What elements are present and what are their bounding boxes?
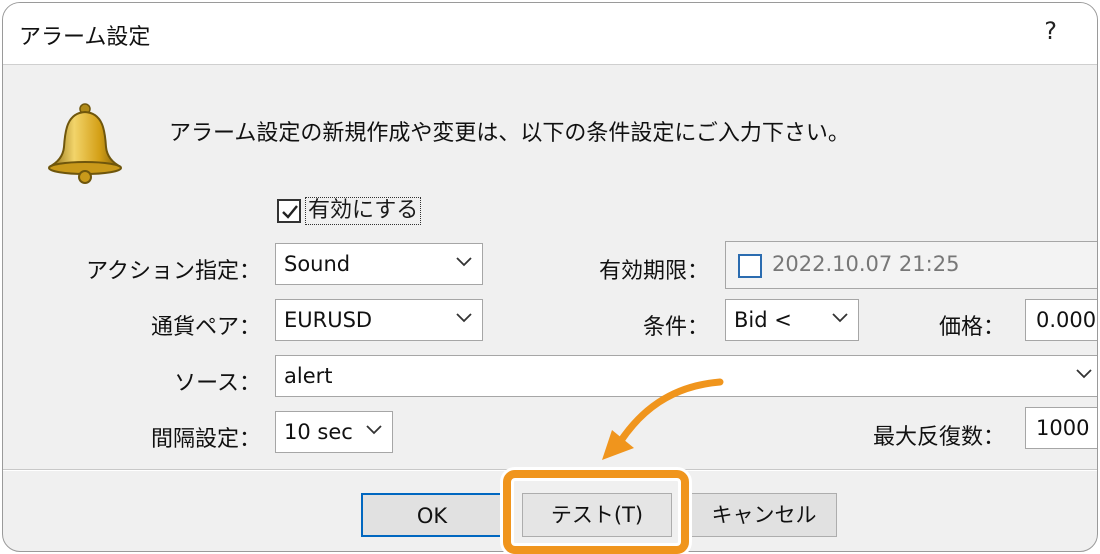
symbol-label: 通貨ペア： bbox=[150, 315, 261, 340]
chevron-down-icon bbox=[832, 313, 848, 323]
dialog-title: アラーム設定 bbox=[19, 25, 151, 50]
cancel-button[interactable]: キャンセル bbox=[691, 493, 837, 537]
chevron-down-icon bbox=[456, 257, 472, 267]
symbol-value: EURUSD bbox=[284, 308, 373, 332]
enable-checkbox[interactable] bbox=[277, 199, 301, 223]
expiry-checkbox[interactable] bbox=[738, 254, 762, 278]
condition-label: 条件： bbox=[642, 315, 709, 340]
source-label: ソース： bbox=[174, 371, 261, 396]
help-button[interactable]: ? bbox=[1044, 17, 1057, 45]
condition-select[interactable]: Bid < bbox=[725, 299, 859, 341]
title-bar: アラーム設定 ? bbox=[3, 3, 1097, 65]
bell-icon bbox=[48, 103, 122, 184]
source-value: alert bbox=[284, 364, 333, 388]
chevron-down-icon bbox=[366, 425, 382, 435]
action-select[interactable]: Sound bbox=[275, 243, 483, 285]
chevron-down-icon bbox=[456, 313, 472, 323]
max-iterations-input[interactable]: 1000 bbox=[1025, 407, 1097, 449]
instruction-message: アラーム設定の新規作成や変更は、以下の条件設定にご入力下さい。 bbox=[169, 121, 850, 146]
action-label: アクション指定： bbox=[86, 259, 261, 284]
curved-arrow-icon bbox=[602, 378, 724, 460]
chevron-down-icon bbox=[1076, 369, 1092, 379]
interval-value: 10 sec bbox=[284, 420, 353, 444]
price-input[interactable]: 0.000 bbox=[1025, 299, 1097, 341]
enable-label: 有効にする bbox=[305, 197, 422, 225]
interval-select[interactable]: 10 sec bbox=[275, 411, 393, 453]
enable-toggle[interactable]: 有効にする bbox=[277, 197, 422, 225]
ok-button[interactable]: OK bbox=[361, 493, 503, 537]
condition-value: Bid < bbox=[734, 308, 792, 332]
expiry-datetime-field[interactable]: 2022.10.07 21:25 bbox=[725, 241, 1097, 289]
test-button-highlight bbox=[503, 470, 689, 554]
action-value: Sound bbox=[284, 252, 351, 276]
max-iterations-label: 最大反復数： bbox=[872, 425, 1005, 450]
symbol-select[interactable]: EURUSD bbox=[275, 299, 483, 341]
expiry-value: 2022.10.07 21:25 bbox=[772, 252, 960, 276]
check-icon bbox=[282, 205, 298, 219]
price-label: 価格： bbox=[938, 315, 1005, 340]
expiry-label: 有効期限： bbox=[598, 259, 709, 284]
interval-label: 間隔設定： bbox=[150, 427, 261, 452]
